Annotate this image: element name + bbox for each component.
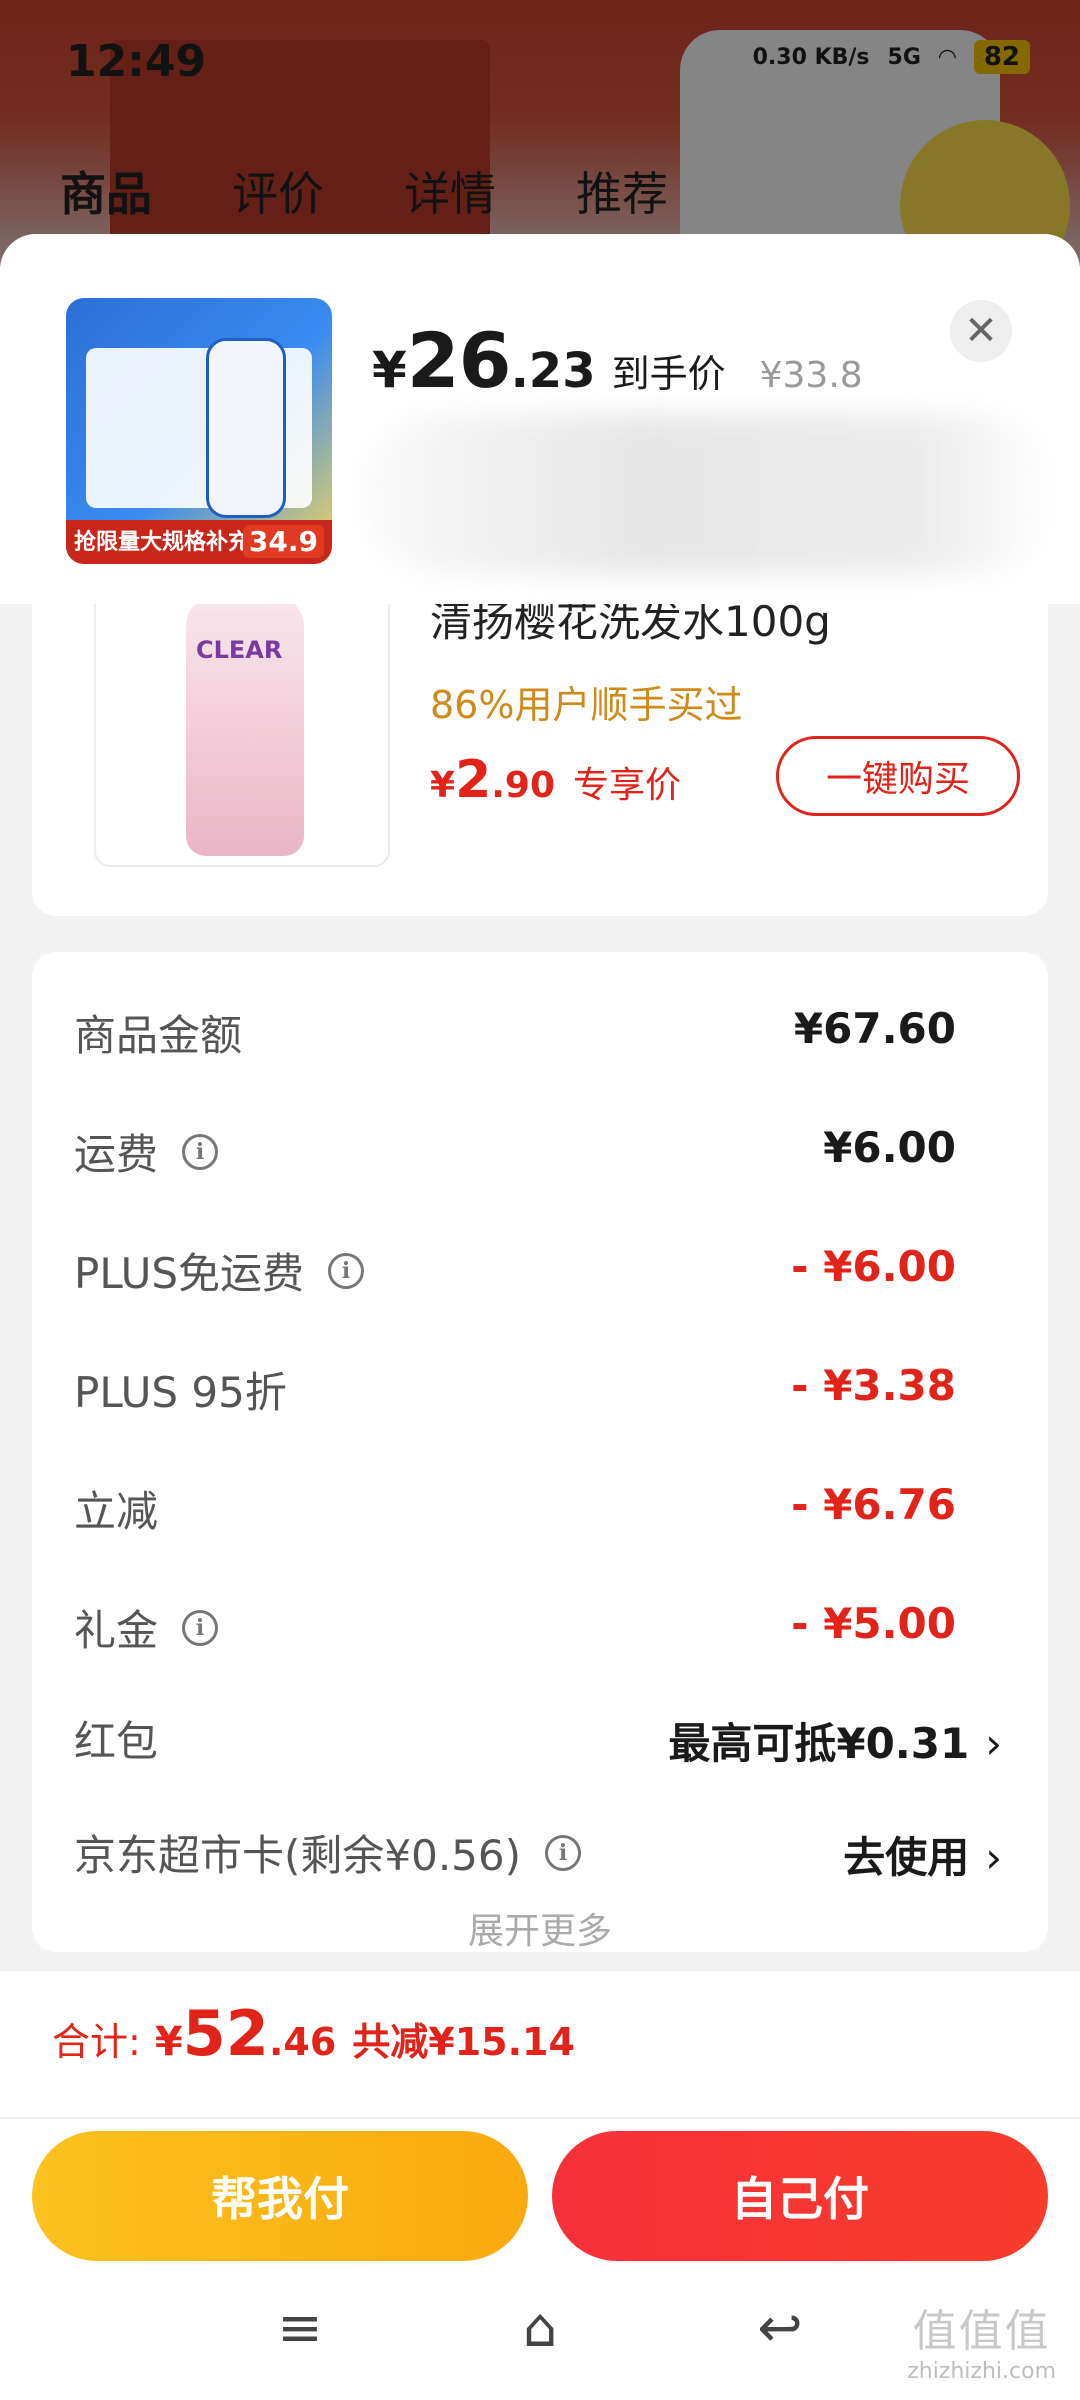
chevron-right-icon: › [985,1833,1002,1882]
one-click-buy-button[interactable]: 一键购买 [776,736,1020,816]
info-icon[interactable]: i [545,1834,582,1871]
sheet-header: 抢限量大规格补充装 34.9 ¥ 26 .23 到手价 ¥33.8 ✕ [0,234,1080,604]
fee-label: 红包 [74,1717,159,1766]
price-integer: 26 [406,316,512,405]
recommend-bought-stat: 86%用户顺手买过 [430,683,743,727]
product-thumbnail: 抢限量大规格补充装 34.9 [66,298,332,564]
recommend-product-image[interactable]: CLEAR [94,584,390,867]
close-icon: ✕ [964,308,998,354]
fee-row-plus-free-shipping: PLUS免运费 i - ¥6.00 [32,1228,1048,1308]
fee-row-plus-discount: PLUS 95折 - ¥3.38 [32,1347,1048,1427]
info-icon[interactable]: i [328,1252,365,1289]
total-integer: 52 [182,1997,269,2070]
final-price: ¥ 26 .23 到手价 ¥33.8 [372,316,863,405]
back-icon[interactable]: ↩ [740,2295,820,2359]
fee-row-supermarket-card[interactable]: 京东超市卡(剩余¥0.56) i 去使用 › [32,1810,1048,1890]
bottle-brand: CLEAR [196,636,283,664]
fee-value: - ¥6.76 [791,1480,956,1529]
system-nav-bar: ≡ ⌂ ↩ 值值值 zhizhizhi.com [0,2267,1080,2400]
thumbnail-bottle-image [206,338,286,518]
fee-breakdown-card: 商品金额 ¥67.60 运费 i ¥6.00 PLUS免运费 i - ¥6.00 P… [32,952,1048,1952]
thumbnail-price: 34.9 [242,525,324,558]
fee-value: 最高可抵¥0.31 [668,1719,970,1768]
total-label: 合计: [52,2020,141,2064]
checkout-sheet: 抢限量大规格补充装 34.9 ¥ 26 .23 到手价 ¥33.8 ✕ CLEA… [0,234,1080,2400]
fee-label: PLUS 95折 [74,1368,287,1417]
fee-value: ¥67.60 [793,1004,956,1053]
fee-row-instant-reduction: 立减 - ¥6.76 [32,1466,1048,1546]
close-button[interactable]: ✕ [950,300,1012,362]
total-decimal: .46 [268,2020,337,2064]
fee-label: 立减 [74,1487,159,1536]
total-saved: 共减¥15.14 [352,2020,575,2064]
watermark-url: zhizhizhi.com [907,2358,1056,2384]
fee-label: 礼金 [74,1606,159,1655]
price-symbol: ¥ [372,341,407,399]
fee-label: 运费 [74,1130,159,1179]
checkout-bottom-bar: 合计: ¥ 52 .46 共减¥15.14 帮我付 自己付 ≡ ⌂ ↩ 值值值 … [0,1970,1080,2400]
blurred-overlay [360,414,1060,574]
watermark-logo: 值值值 [912,2305,1051,2357]
total-summary: 合计: ¥ 52 .46 共减¥15.14 [52,1997,575,2070]
recommend-price: ¥ 2 .90 专享价 [430,750,681,810]
watermark: 值值值 zhizhizhi.com [907,2306,1056,2385]
menu-icon[interactable]: ≡ [260,2295,340,2359]
total-symbol: ¥ [154,2019,183,2065]
fee-value: ¥6.00 [823,1123,956,1172]
fee-label: 京东超市卡(剩余¥0.56) [74,1831,522,1880]
fee-row-shipping: 运费 i ¥6.00 [32,1109,1048,1189]
fee-value: 去使用 [843,1833,970,1882]
help-me-pay-button[interactable]: 帮我付 [32,2131,528,2261]
price-decimal: .23 [510,343,596,399]
fee-label: 商品金额 [74,1011,243,1060]
fee-row-red-packet[interactable]: 红包 最高可抵¥0.31 › [32,1696,1048,1776]
fee-value: - ¥5.00 [791,1599,956,1648]
recommend-price-integer: 2 [455,750,492,810]
fee-row-goods-amount: 商品金额 ¥67.60 [32,990,1048,1070]
info-icon[interactable]: i [182,1133,219,1170]
fee-value: - ¥6.00 [791,1242,956,1291]
expand-more-link[interactable]: 展开更多 [32,1902,1048,1954]
fee-row-gift-cash: 礼金 i - ¥5.00 [32,1585,1048,1665]
chevron-right-icon: › [985,1719,1002,1768]
fee-value: - ¥3.38 [791,1361,956,1410]
original-price: ¥33.8 [759,355,863,396]
info-icon[interactable]: i [182,1609,219,1646]
price-tag: 到手价 [611,352,726,396]
fee-label: PLUS免运费 [74,1249,305,1298]
home-icon[interactable]: ⌂ [500,2295,580,2359]
recommend-price-symbol: ¥ [430,765,456,806]
recommend-price-tag: 专享价 [573,765,682,806]
recommend-price-decimal: .90 [491,765,556,806]
divider [0,2117,1080,2119]
shampoo-bottle-image [186,596,304,856]
self-pay-button[interactable]: 自己付 [552,2131,1048,2261]
